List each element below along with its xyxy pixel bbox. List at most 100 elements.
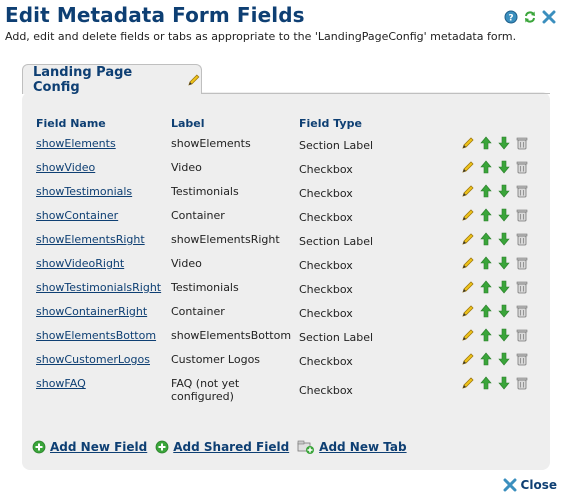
row-actions xyxy=(461,376,529,390)
arrow-up-icon[interactable] xyxy=(479,136,493,150)
arrow-up-icon[interactable] xyxy=(479,328,493,342)
trash-icon[interactable] xyxy=(515,280,529,294)
tab-divider xyxy=(202,93,550,94)
field-name-link[interactable]: showFAQ xyxy=(36,377,86,390)
trash-icon[interactable] xyxy=(515,232,529,246)
pencil-icon[interactable] xyxy=(187,73,201,87)
add-new-field-link[interactable]: Add New Field xyxy=(32,440,147,454)
pencil-icon[interactable] xyxy=(461,208,475,222)
close-button[interactable]: Close xyxy=(503,478,557,492)
help-icon[interactable]: ? xyxy=(504,10,518,24)
arrow-up-icon[interactable] xyxy=(479,256,493,270)
table-row: showVideo Video Checkbox xyxy=(0,160,570,185)
field-label: Testimonials xyxy=(171,281,239,294)
arrow-up-icon[interactable] xyxy=(479,232,493,246)
trash-icon[interactable] xyxy=(515,256,529,270)
window-controls: ? xyxy=(504,10,556,24)
field-name-link[interactable]: showElements xyxy=(36,137,116,150)
tab-label: Landing Page Config xyxy=(33,64,133,95)
trash-icon[interactable] xyxy=(515,208,529,222)
arrow-up-icon[interactable] xyxy=(479,184,493,198)
add-new-tab-link[interactable]: Add New Tab xyxy=(297,440,407,454)
pencil-icon[interactable] xyxy=(461,256,475,270)
field-name-link[interactable]: showElementsRight xyxy=(36,233,145,246)
arrow-down-icon[interactable] xyxy=(497,232,511,246)
arrow-down-icon[interactable] xyxy=(497,184,511,198)
row-actions xyxy=(461,184,529,198)
close-label: Close xyxy=(520,478,557,492)
field-type: Checkbox xyxy=(299,187,353,200)
row-actions xyxy=(461,328,529,342)
field-name-link[interactable]: showTestimonials xyxy=(36,185,132,198)
arrow-down-icon[interactable] xyxy=(497,328,511,342)
row-actions xyxy=(461,304,529,318)
add-new-field-label: Add New Field xyxy=(50,440,148,454)
trash-icon[interactable] xyxy=(515,304,529,318)
table-row: showVideoRight Video Checkbox xyxy=(0,256,570,281)
pencil-icon[interactable] xyxy=(461,376,475,390)
field-type: Checkbox xyxy=(299,163,353,176)
close-icon[interactable] xyxy=(542,10,556,24)
arrow-up-icon[interactable] xyxy=(479,208,493,222)
arrow-down-icon[interactable] xyxy=(497,136,511,150)
pencil-icon[interactable] xyxy=(461,352,475,366)
arrow-up-icon[interactable] xyxy=(479,376,493,390)
pencil-icon[interactable] xyxy=(461,136,475,150)
arrow-up-icon[interactable] xyxy=(479,280,493,294)
field-type: Checkbox xyxy=(299,307,353,320)
pencil-icon[interactable] xyxy=(461,160,475,174)
field-name-link[interactable]: showTestimonialsRight xyxy=(36,281,161,294)
pencil-icon[interactable] xyxy=(461,280,475,294)
table-row: showElementsRight showElementsRight Sect… xyxy=(0,232,570,257)
pencil-icon[interactable] xyxy=(461,328,475,342)
arrow-up-icon[interactable] xyxy=(479,352,493,366)
table-row: showFAQ FAQ (not yet configured) Checkbo… xyxy=(0,376,570,409)
field-label: Testimonials xyxy=(171,185,239,198)
field-label: showElementsRight xyxy=(171,233,280,246)
trash-icon[interactable] xyxy=(515,328,529,342)
arrow-down-icon[interactable] xyxy=(497,208,511,222)
add-new-tab-label: Add New Tab xyxy=(319,440,407,454)
field-name-link[interactable]: showContainerRight xyxy=(36,305,147,318)
trash-icon[interactable] xyxy=(515,184,529,198)
pencil-icon[interactable] xyxy=(461,232,475,246)
arrow-down-icon[interactable] xyxy=(497,352,511,366)
field-type: Checkbox xyxy=(299,384,353,397)
field-type: Section Label xyxy=(299,331,374,344)
column-header-field-type: Field Type xyxy=(299,117,362,130)
field-name-link[interactable]: showVideoRight xyxy=(36,257,124,270)
arrow-up-icon[interactable] xyxy=(479,160,493,174)
close-icon xyxy=(503,478,517,492)
plus-circle-icon xyxy=(32,440,46,454)
row-actions xyxy=(461,352,529,366)
arrow-down-icon[interactable] xyxy=(497,280,511,294)
field-label: showElementsBottom xyxy=(171,329,292,342)
arrow-down-icon[interactable] xyxy=(497,376,511,390)
arrow-down-icon[interactable] xyxy=(497,160,511,174)
field-name-link[interactable]: showCustomerLogos xyxy=(36,353,150,366)
arrow-up-icon[interactable] xyxy=(479,304,493,318)
row-actions xyxy=(461,208,529,222)
add-shared-field-link[interactable]: Add Shared Field xyxy=(155,440,289,454)
pencil-icon[interactable] xyxy=(461,184,475,198)
arrow-down-icon[interactable] xyxy=(497,256,511,270)
tab-landing-page-config[interactable]: Landing Page Config xyxy=(22,64,202,95)
field-label: Container xyxy=(171,209,225,222)
refresh-icon[interactable] xyxy=(523,10,537,24)
trash-icon[interactable] xyxy=(515,136,529,150)
field-name-link[interactable]: showElementsBottom xyxy=(36,329,156,342)
pencil-icon[interactable] xyxy=(461,304,475,318)
field-type: Section Label xyxy=(299,235,374,248)
field-type: Section Label xyxy=(299,139,374,152)
trash-icon[interactable] xyxy=(515,376,529,390)
field-type: Checkbox xyxy=(299,283,353,296)
row-actions xyxy=(461,232,529,246)
trash-icon[interactable] xyxy=(515,352,529,366)
field-name-link[interactable]: showContainer xyxy=(36,209,118,222)
arrow-down-icon[interactable] xyxy=(497,304,511,318)
table-row: showCustomerLogos Customer Logos Checkbo… xyxy=(0,352,570,377)
trash-icon[interactable] xyxy=(515,160,529,174)
table-row: showTestimonials Testimonials Checkbox xyxy=(0,184,570,209)
table-row: showTestimonialsRight Testimonials Check… xyxy=(0,280,570,305)
field-name-link[interactable]: showVideo xyxy=(36,161,95,174)
